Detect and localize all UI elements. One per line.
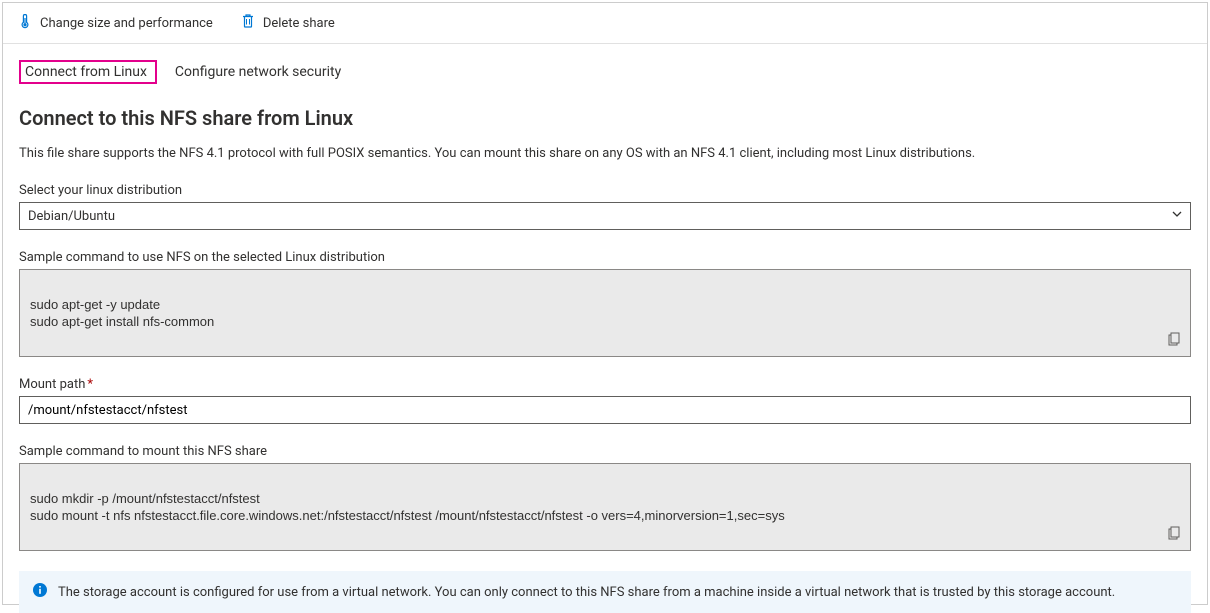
- copy-icon[interactable]: [1168, 508, 1182, 544]
- distro-select-value: Debian/Ubuntu: [28, 209, 115, 224]
- copy-icon[interactable]: [1168, 314, 1182, 350]
- tab-connect-from-linux[interactable]: Connect from Linux: [19, 60, 157, 84]
- delete-share-label: Delete share: [263, 16, 335, 31]
- mount-path-label-text: Mount path: [19, 377, 85, 392]
- tab-configure-network-security[interactable]: Configure network security: [171, 60, 351, 84]
- info-icon: [32, 582, 48, 602]
- install-cmd-label: Sample command to use NFS on the selecte…: [19, 250, 1191, 265]
- nfs-connect-panel: Change size and performance Delete share…: [2, 2, 1208, 605]
- page-title: Connect to this NFS share from Linux: [19, 106, 1191, 130]
- required-asterisk: *: [87, 377, 93, 392]
- delete-share-button[interactable]: Delete share: [241, 13, 335, 33]
- change-size-label: Change size and performance: [40, 16, 213, 31]
- mount-path-input[interactable]: [19, 396, 1191, 424]
- distro-select[interactable]: Debian/Ubuntu: [19, 202, 1191, 230]
- thermometer-icon: [18, 13, 32, 33]
- command-bar: Change size and performance Delete share: [3, 3, 1207, 44]
- tab-bar: Connect from Linux Configure network sec…: [19, 60, 1191, 84]
- distro-label: Select your linux distribution: [19, 183, 1191, 198]
- distro-select-wrap: Debian/Ubuntu: [19, 202, 1191, 230]
- main-content: Connect from Linux Configure network sec…: [3, 44, 1207, 613]
- mount-path-label: Mount path*: [19, 377, 1191, 392]
- page-description: This file share supports the NFS 4.1 pro…: [19, 146, 1191, 161]
- install-cmd-text: sudo apt-get -y update sudo apt-get inst…: [30, 297, 214, 330]
- mount-cmd-box: sudo mkdir -p /mount/nfstestacct/nfstest…: [19, 463, 1191, 551]
- install-cmd-box: sudo apt-get -y update sudo apt-get inst…: [19, 269, 1191, 357]
- trash-icon: [241, 13, 255, 33]
- mount-cmd-label: Sample command to mount this NFS share: [19, 444, 1191, 459]
- change-size-button[interactable]: Change size and performance: [18, 13, 213, 33]
- info-message-text: The storage account is configured for us…: [58, 585, 1115, 600]
- mount-cmd-text: sudo mkdir -p /mount/nfstestacct/nfstest…: [30, 491, 785, 524]
